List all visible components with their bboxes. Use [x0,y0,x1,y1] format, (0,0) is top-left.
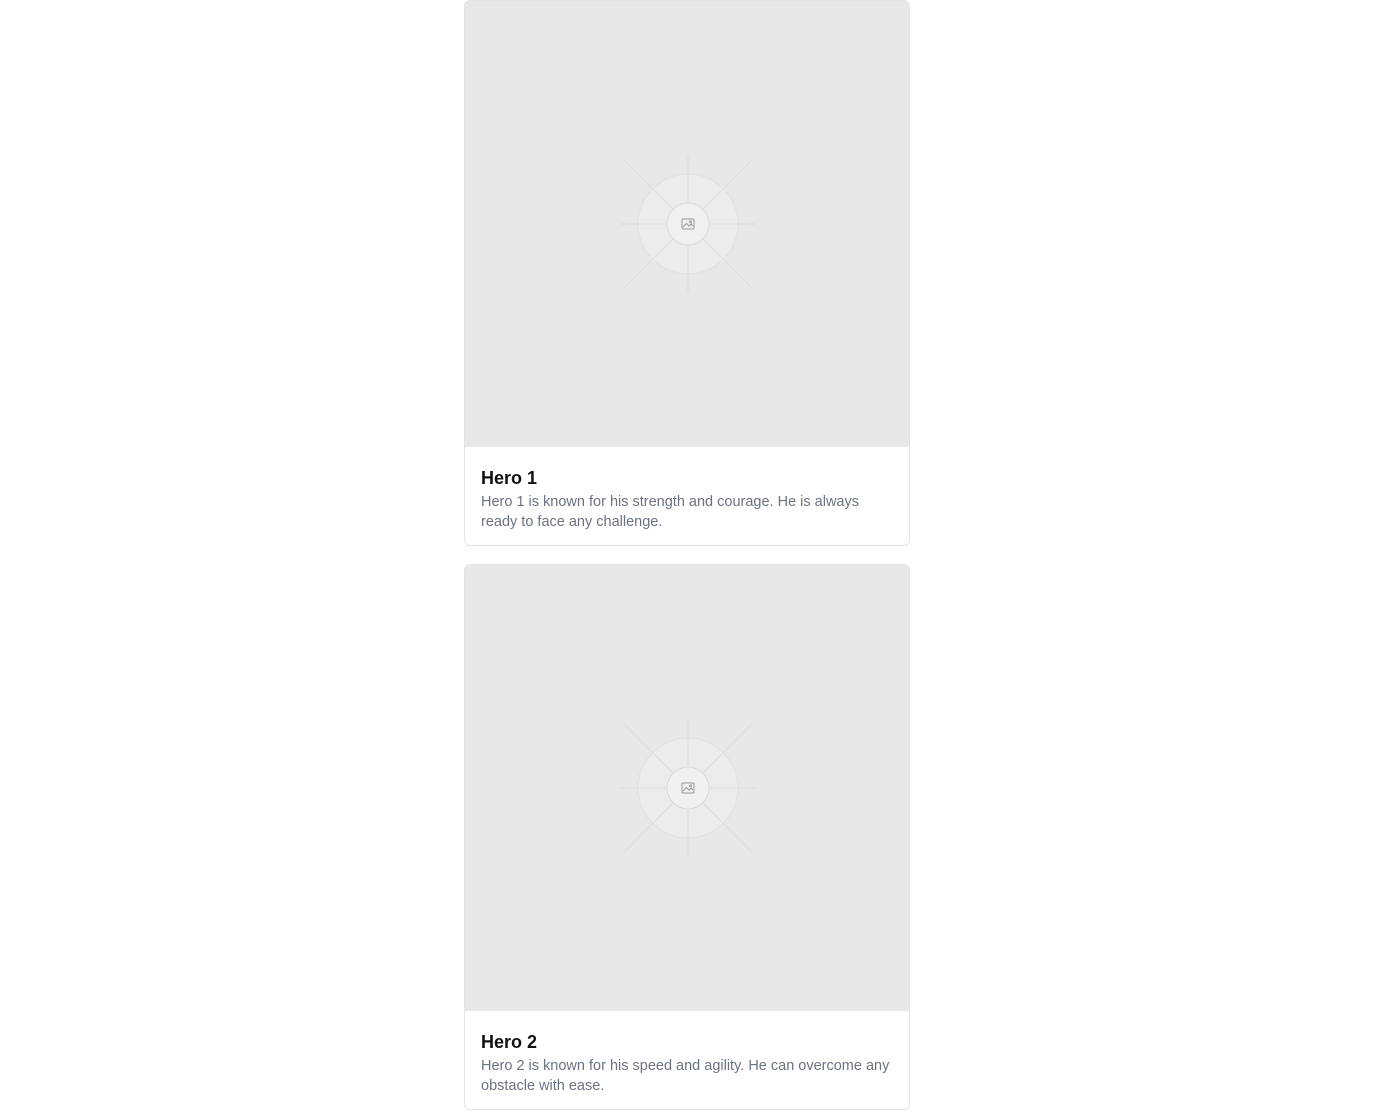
card-image-placeholder [465,1,909,447]
card-image-placeholder [465,565,909,1011]
image-placeholder-icon [620,156,756,292]
hero-card[interactable]: Hero 1 Hero 1 is known for his strength … [464,0,910,546]
card-body: Hero 2 Hero 2 is known for his speed and… [465,1011,909,1109]
card-title: Hero 2 [481,1032,538,1052]
card-description: Hero 2 is known for his speed and agilit… [481,1058,890,1094]
image-placeholder-icon [620,720,756,856]
card-body: Hero 1 Hero 1 is known for his strength … [465,447,909,545]
page: Hero 1 Hero 1 is known for his strength … [0,0,1376,1112]
card-title: Hero 1 [481,468,538,488]
card-description: Hero 1 is known for his strength and cou… [481,494,859,530]
hero-card[interactable]: Hero 2 Hero 2 is known for his speed and… [464,564,910,1110]
